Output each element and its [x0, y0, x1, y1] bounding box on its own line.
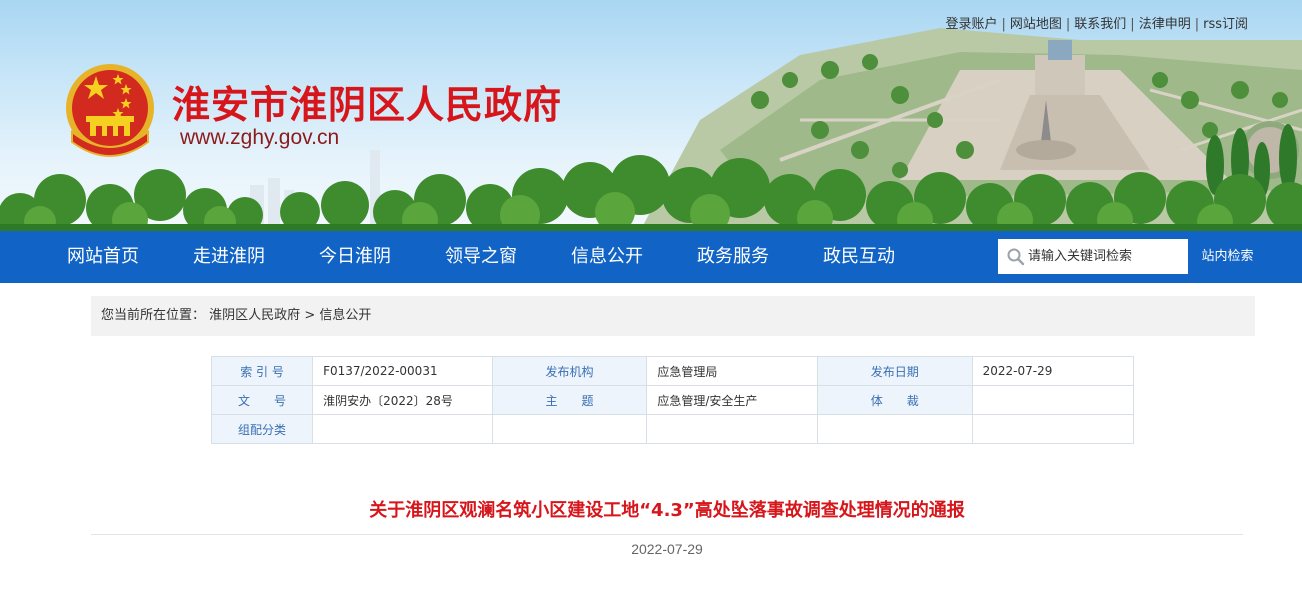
- divider: |: [1130, 17, 1135, 32]
- empty-cell: [971, 414, 1135, 444]
- nav-item-interaction[interactable]: 政民互动: [823, 231, 895, 283]
- header-banner: 登录账户 | 网站地图 | 联系我们 | 法律申明 | rss订阅 淮安市淮阴区人民政府 www…: [0, 0, 1302, 231]
- nav-item-home[interactable]: 网站首页: [67, 231, 139, 283]
- divider: [91, 534, 1243, 535]
- site-search: 站内检索: [998, 239, 1267, 274]
- empty-cell: [816, 414, 973, 444]
- nav-item-leaders[interactable]: 领导之窗: [445, 231, 517, 283]
- search-input[interactable]: [1028, 239, 1188, 274]
- article-title: 关于淮阴区观澜名筑小区建设工地“4.3”高处坠落事故调查处理情况的通报: [369, 500, 965, 521]
- nav-item-services[interactable]: 政务服务: [697, 231, 769, 283]
- empty-cell: [491, 414, 648, 444]
- publisher-value: 应急管理局: [646, 356, 818, 386]
- top-link-sitemap[interactable]: 网站地图: [1010, 17, 1062, 32]
- publisher-label: 发布机构: [491, 356, 648, 386]
- top-link-rss[interactable]: rss订阅: [1203, 17, 1248, 32]
- table-row: 文 号 淮阴安办〔2022〕28号 主 题 应急管理/安全生产 体 裁: [210, 385, 1135, 415]
- top-link-login[interactable]: 登录账户: [945, 17, 997, 32]
- index-number-label: 索 引 号: [210, 356, 314, 386]
- document-number-label: 文 号: [210, 385, 314, 415]
- breadcrumb-link-info-disclosure[interactable]: 信息公开: [319, 308, 371, 323]
- breadcrumb-link-home[interactable]: 淮阴区人民政府: [209, 308, 300, 323]
- table-row: 索 引 号 F0137/2022-00031 发布机构 应急管理局 发布日期 2…: [210, 356, 1135, 386]
- site-url: www.zghy.gov.cn: [180, 126, 340, 149]
- category-label: 组配分类: [210, 414, 314, 444]
- top-link-legal[interactable]: 法律申明: [1139, 17, 1191, 32]
- subject-label: 主 题: [491, 385, 648, 415]
- national-emblem-logo: [66, 64, 154, 157]
- site-title: 淮安市淮阴区人民政府: [172, 83, 563, 127]
- genre-value: [971, 385, 1135, 415]
- empty-cell: [646, 414, 818, 444]
- breadcrumb-prefix: 您当前所在位置：: [101, 308, 206, 323]
- breadcrumb: 您当前所在位置： 淮阴区人民政府 > 信息公开: [91, 296, 1255, 336]
- article-date: 2022-07-29: [631, 541, 703, 557]
- nav-item-about[interactable]: 走进淮阴: [193, 231, 265, 283]
- publish-date-label: 发布日期: [816, 356, 973, 386]
- document-metadata-table: 索 引 号 F0137/2022-00031 发布机构 应急管理局 发布日期 2…: [210, 356, 1135, 444]
- nav-item-today[interactable]: 今日淮阴: [319, 231, 391, 283]
- document-number-value: 淮阴安办〔2022〕28号: [312, 385, 493, 415]
- top-links-bar: 登录账户 | 网站地图 | 联系我们 | 法律申明 | rss订阅: [945, 13, 1248, 32]
- search-icon: [1007, 248, 1025, 266]
- genre-label: 体 裁: [816, 385, 973, 415]
- nav-item-info-disclosure[interactable]: 信息公开: [571, 231, 643, 283]
- breadcrumb-separator: >: [304, 308, 316, 323]
- search-button[interactable]: 站内检索: [1188, 239, 1267, 274]
- subject-value: 应急管理/安全生产: [646, 385, 818, 415]
- divider: |: [1194, 17, 1200, 32]
- divider: |: [1001, 17, 1006, 32]
- index-number-value: F0137/2022-00031: [312, 356, 493, 386]
- category-value: [312, 414, 493, 444]
- publish-date-value: 2022-07-29: [971, 356, 1135, 386]
- top-link-contact[interactable]: 联系我们: [1074, 17, 1126, 32]
- divider: |: [1065, 17, 1071, 32]
- table-row: 组配分类: [210, 414, 1135, 444]
